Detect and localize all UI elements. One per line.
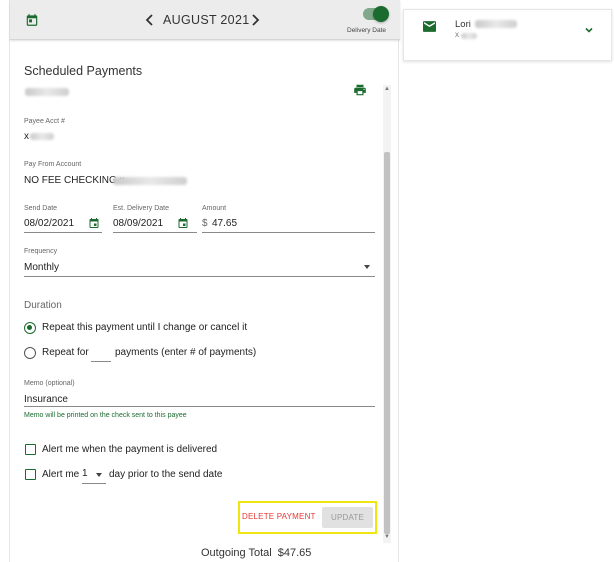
repeat-until-label: Repeat this payment until I change or ca… bbox=[42, 322, 248, 333]
memo-input[interactable] bbox=[24, 393, 375, 407]
redacted-from-account bbox=[113, 177, 187, 185]
frequency-select[interactable]: Monthly bbox=[24, 262, 59, 273]
currency-symbol: $ bbox=[202, 218, 208, 229]
pay-from-value: NO FEE CHECKING x bbox=[24, 175, 125, 186]
chevron-left-icon[interactable] bbox=[143, 11, 157, 29]
send-date-label: Send Date bbox=[24, 205, 58, 212]
send-date-calendar-icon[interactable] bbox=[88, 217, 100, 229]
delete-payment-button[interactable]: DELETE PAYMENT bbox=[242, 512, 316, 521]
outgoing-total: Outgoing Total $47.65 bbox=[201, 547, 311, 559]
redacted-acct-number bbox=[30, 133, 54, 140]
amount-underline bbox=[202, 232, 375, 233]
redacted-payee-name bbox=[25, 88, 69, 96]
update-button[interactable]: UPDATE bbox=[322, 507, 373, 528]
scroll-up-arrow[interactable]: ▲ bbox=[383, 85, 391, 93]
delivery-date-calendar-icon[interactable] bbox=[177, 217, 189, 229]
chevron-down-icon[interactable] bbox=[584, 25, 594, 35]
frequency-label: Frequency bbox=[24, 248, 58, 255]
contact-sub: x bbox=[455, 30, 459, 39]
delivery-date-toggle-label: Delivery Date bbox=[347, 27, 387, 34]
alert-delivered-checkbox[interactable] bbox=[25, 444, 36, 455]
scroll-down-arrow[interactable]: ▼ bbox=[383, 533, 391, 541]
send-date-value[interactable]: 08/02/2021 bbox=[24, 218, 74, 229]
delivery-date-toggle[interactable] bbox=[363, 6, 389, 22]
memo-hint: Memo will be printed on the check sent t… bbox=[24, 412, 187, 419]
chevron-down-icon bbox=[96, 473, 102, 477]
frequency-underline bbox=[24, 276, 375, 277]
amount-value[interactable]: 47.65 bbox=[212, 218, 237, 229]
toggle-knob bbox=[373, 6, 389, 22]
month-header: AUGUST 2021 Delivery Date bbox=[10, 0, 400, 40]
send-date-underline bbox=[24, 232, 102, 233]
memo-label: Memo (optional) bbox=[24, 380, 75, 387]
delivery-date-label: Est. Delivery Date bbox=[113, 205, 170, 212]
repeat-for-radio[interactable] bbox=[24, 347, 36, 359]
pay-from-label: Pay From Account bbox=[24, 161, 82, 168]
repeat-until-radio[interactable] bbox=[24, 322, 36, 334]
alert-days-value: 1 bbox=[82, 468, 88, 479]
calendar-icon[interactable] bbox=[25, 13, 39, 27]
page-title: Scheduled Payments bbox=[24, 64, 143, 78]
outgoing-total-label: Outgoing Total bbox=[201, 547, 272, 559]
redacted-contact-name bbox=[475, 20, 517, 28]
scrollbar-thumb[interactable] bbox=[384, 152, 390, 534]
month-label: AUGUST 2021 bbox=[163, 13, 250, 27]
payee-acct-label: Payee Acct # bbox=[24, 118, 65, 125]
payee-acct-value: x bbox=[24, 131, 29, 142]
print-icon[interactable] bbox=[353, 83, 367, 97]
radio-selected-dot bbox=[27, 325, 32, 330]
outgoing-total-value: $47.65 bbox=[277, 547, 312, 559]
contact-card[interactable]: Lori x bbox=[403, 9, 612, 61]
alert-prior-prefix: Alert me bbox=[42, 469, 80, 480]
repeat-for-suffix: payments (enter # of payments) bbox=[115, 347, 257, 358]
delivery-date-value[interactable]: 08/09/2021 bbox=[113, 218, 163, 229]
mail-icon bbox=[423, 21, 436, 32]
chevron-right-icon[interactable] bbox=[248, 11, 262, 29]
alert-prior-checkbox[interactable] bbox=[25, 469, 36, 480]
delivery-date-underline bbox=[113, 232, 197, 233]
amount-label: Amount bbox=[202, 205, 227, 212]
scheduled-payment-panel: AUGUST 2021 Delivery Date Scheduled Paym… bbox=[9, 0, 400, 562]
repeat-for-label: Repeat for bbox=[42, 347, 89, 358]
alert-delivered-label: Alert me when the payment is delivered bbox=[42, 444, 218, 455]
contact-name: Lori bbox=[455, 19, 471, 30]
alert-days-select[interactable]: 1 bbox=[82, 468, 106, 484]
alert-prior-suffix: day prior to the send date bbox=[109, 469, 223, 480]
duration-label: Duration bbox=[24, 300, 62, 311]
chevron-down-icon[interactable] bbox=[364, 265, 370, 269]
redacted-contact-sub bbox=[461, 33, 477, 39]
repeat-count-input[interactable] bbox=[91, 346, 111, 362]
